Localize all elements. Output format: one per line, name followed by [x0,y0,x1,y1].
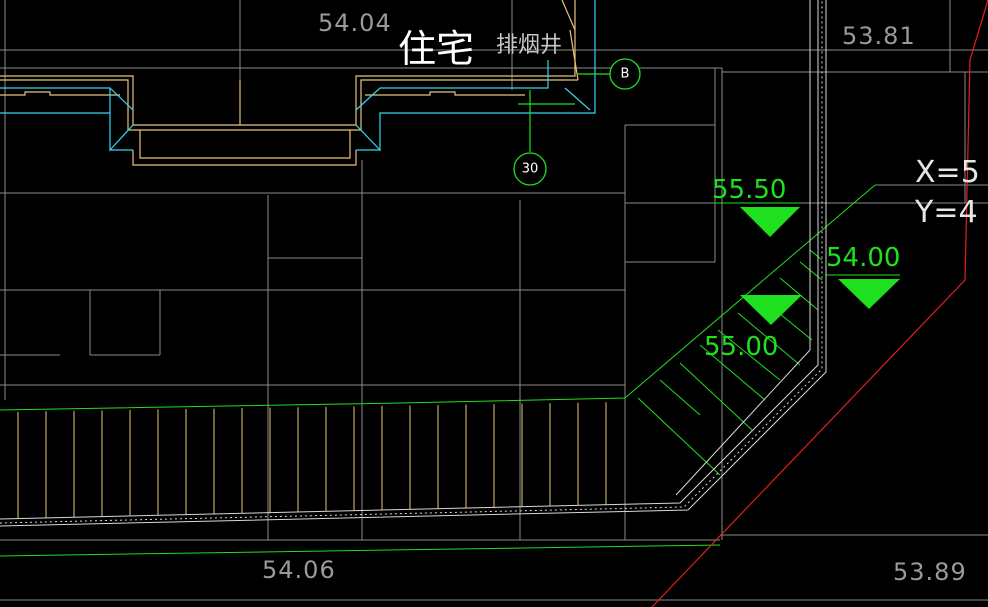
grid-lines [0,0,988,601]
room-name: 住宅 [398,27,474,71]
elevation-mark-5550: 55.50 [712,175,786,205]
axis-bubble-b[interactable]: B [609,58,641,90]
coordinate-x: X=5 [915,155,980,190]
axis-bubble-30[interactable]: 30 [513,152,547,186]
elevation-bottom-right: 53.89 [893,558,967,586]
triangle-elevation-icon [838,279,900,309]
coordinate-y: Y=4 [914,195,978,230]
smoke-shaft-label: 排烟井 [496,33,562,58]
elevation-bottom-left: 54.06 [262,556,336,584]
road-edge [0,0,827,527]
triangle-elevation-icon [740,207,800,237]
elevation-mark-5400: 54.00 [826,243,900,273]
cyan-walls [0,0,596,152]
red-boundary [651,0,988,607]
axis-label-30: 30 [522,162,539,177]
axis-label-b: B [621,67,630,82]
elevation-top-left: 54.04 [318,9,392,37]
road-ticks [17,402,607,519]
building-outline [0,0,579,166]
elevation-mark-5500: 55.00 [704,332,778,362]
cad-drawing-canvas[interactable]: B 30 54.04 53.81 54.06 53.89 住宅 排烟井 55.5… [0,0,988,607]
triangle-elevation-icon [740,295,802,325]
elevation-top-right: 53.81 [842,22,916,50]
